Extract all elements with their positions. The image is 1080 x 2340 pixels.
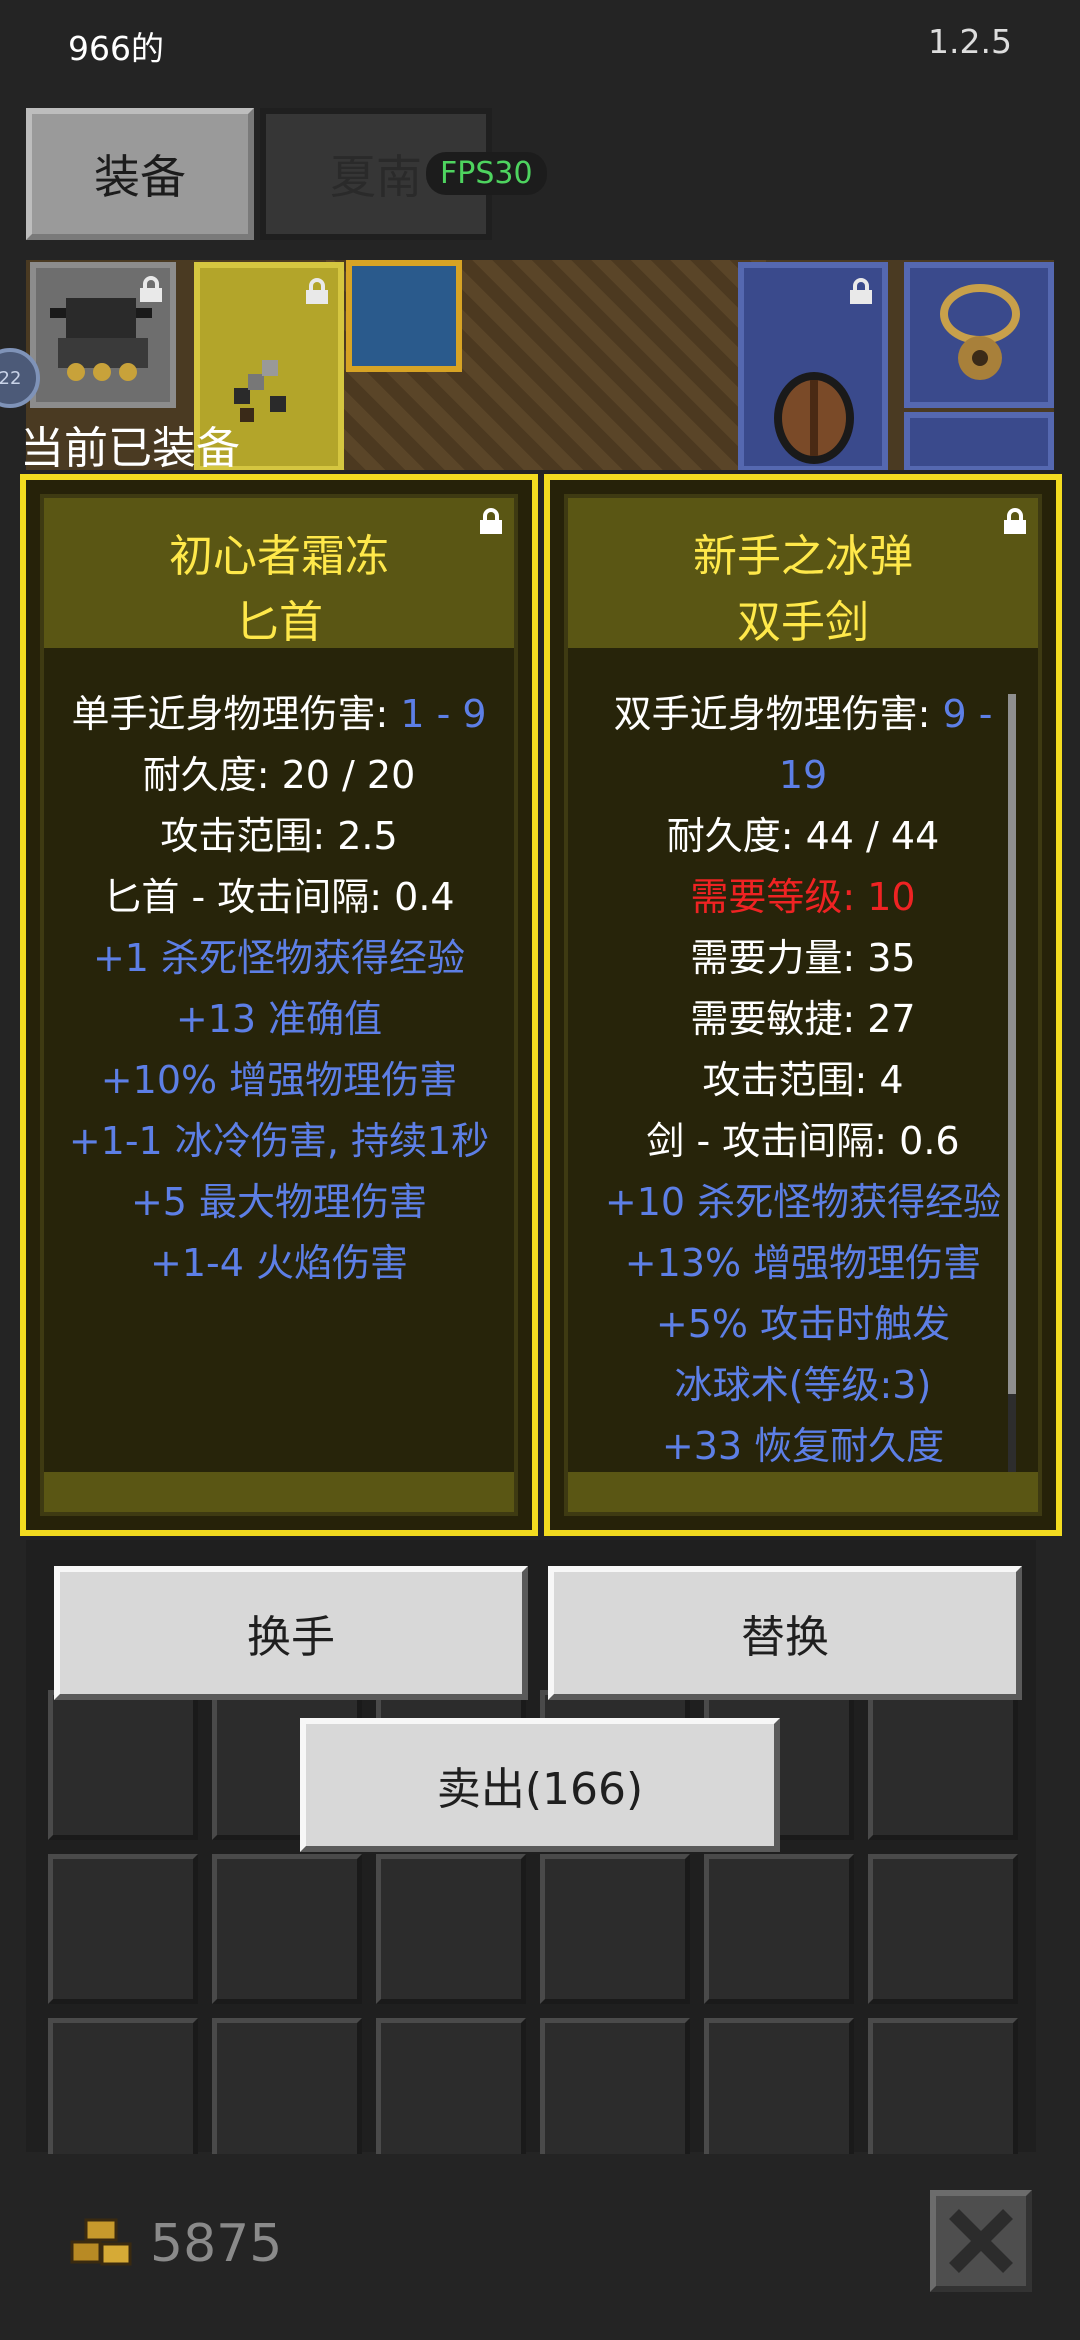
stat-line: +33 恢复耐久度 [661, 1424, 945, 1468]
inventory-slot[interactable] [48, 2018, 198, 2168]
ring-slot[interactable] [904, 412, 1054, 470]
stat-line: 单手近身物理伤害: 1 - 9 [71, 692, 487, 736]
status-bar: 966的 1.2.5 [0, 0, 1080, 90]
card-footer [568, 1472, 1038, 1512]
lock-icon [480, 508, 502, 534]
inventory-slot[interactable] [704, 2018, 854, 2168]
lock-icon [1004, 508, 1026, 534]
close-button[interactable] [930, 2190, 1032, 2292]
version-label: 1.2.5 [928, 22, 1012, 61]
stat-line: 19 [778, 753, 828, 797]
tab-equipment[interactable]: 装备 [26, 108, 254, 240]
inventory-slot[interactable] [868, 1854, 1018, 2004]
stat-line: 冰球术(等级:3) [674, 1363, 932, 1407]
stat-line: +10% 增强物理伤害 [100, 1058, 458, 1102]
inventory-slot[interactable] [540, 2018, 690, 2168]
gold-icon [70, 2218, 132, 2266]
lock-button[interactable] [1004, 508, 1026, 534]
replace-button[interactable]: 替换 [548, 1566, 1022, 1700]
section-label: 当前已装备 [20, 423, 240, 474]
inventory-slot[interactable] [376, 1854, 526, 2004]
status-text: 966的 [68, 29, 164, 68]
inventory-slot[interactable] [212, 1854, 362, 2004]
stat-line: +13% 增强物理伤害 [624, 1241, 982, 1285]
lock-icon [850, 278, 872, 304]
close-icon [949, 2209, 1013, 2273]
inventory-slot[interactable] [48, 1854, 198, 2004]
inventory-slot[interactable] [48, 1690, 198, 1840]
inventory-slot[interactable] [868, 1690, 1018, 1840]
chest-icon [346, 260, 462, 372]
stat-line: 耐久度: 44 / 44 [666, 814, 940, 858]
item-stats: 单手近身物理伤害: 1 - 9 耐久度: 20 / 20 攻击范围: 2.5 匕… [44, 684, 514, 1294]
offhand-slot[interactable] [738, 262, 888, 470]
stat-line: 剑 - 攻击间隔: 0.6 [646, 1119, 960, 1163]
stat-line: 耐久度: 20 / 20 [142, 753, 416, 797]
stat-line: 匕首 - 攻击间隔: 0.4 [103, 875, 455, 919]
gold-amount: 5875 [150, 2214, 283, 2274]
stat-line: +5% 攻击时触发 [655, 1302, 951, 1346]
scrollbar-thumb[interactable] [1008, 694, 1016, 1394]
swap-hand-button[interactable]: 换手 [54, 1566, 528, 1700]
stat-line: +1 杀死怪物获得经验 [92, 936, 466, 980]
stat-line: 需要等级: 10 [690, 875, 916, 919]
amulet-icon [940, 284, 1020, 380]
stat-line: 双手近身物理伤害: 9 - [613, 692, 993, 736]
card-footer [44, 1472, 514, 1512]
item-card-new: 新手之冰弹 双手剑 双手近身物理伤害: 9 - 19 耐久度: 44 / 44 … [544, 474, 1062, 1536]
stat-line: +13 准确值 [175, 997, 383, 1041]
stat-line: 需要敏捷: 27 [690, 997, 916, 1041]
stat-line: +5 最大物理伤害 [130, 1180, 428, 1224]
amulet-slot[interactable] [904, 262, 1054, 408]
item-card-current: 初心者霜冻 匕首 单手近身物理伤害: 1 - 9 耐久度: 20 / 20 攻击… [20, 474, 538, 1536]
item-type: 双手剑 [737, 597, 869, 648]
item-name: 新手之冰弹 [693, 531, 913, 582]
item-stats[interactable]: 双手近身物理伤害: 9 - 19 耐久度: 44 / 44 需要等级: 10 需… [568, 684, 1038, 1477]
lock-button[interactable] [480, 508, 502, 534]
inventory-slot[interactable] [376, 2018, 526, 2168]
inventory-slot[interactable] [868, 2018, 1018, 2168]
stats-scrollbar[interactable] [1008, 694, 1016, 1489]
stat-line: +10 杀死怪物获得经验 [604, 1180, 1002, 1224]
item-name: 初心者霜冻 [169, 531, 389, 582]
inventory-slot[interactable] [540, 1854, 690, 2004]
stat-line: +1-4 火焰伤害 [150, 1241, 408, 1285]
lock-icon [140, 276, 162, 302]
stat-line: 攻击范围: 4 [702, 1058, 904, 1102]
fps-badge: FPS30 [426, 152, 547, 195]
stat-line: +1-1 冰冷伤害, 持续1秒 [68, 1119, 490, 1163]
stat-line: 攻击范围: 2.5 [160, 814, 398, 858]
lock-icon [306, 278, 328, 304]
sell-button[interactable]: 卖出(166) [300, 1718, 780, 1852]
inventory-slot[interactable] [212, 2018, 362, 2168]
item-type: 匕首 [235, 597, 323, 648]
helmet-slot[interactable] [30, 262, 176, 408]
inventory-slot[interactable] [704, 1854, 854, 2004]
stat-line: 需要力量: 35 [690, 936, 916, 980]
